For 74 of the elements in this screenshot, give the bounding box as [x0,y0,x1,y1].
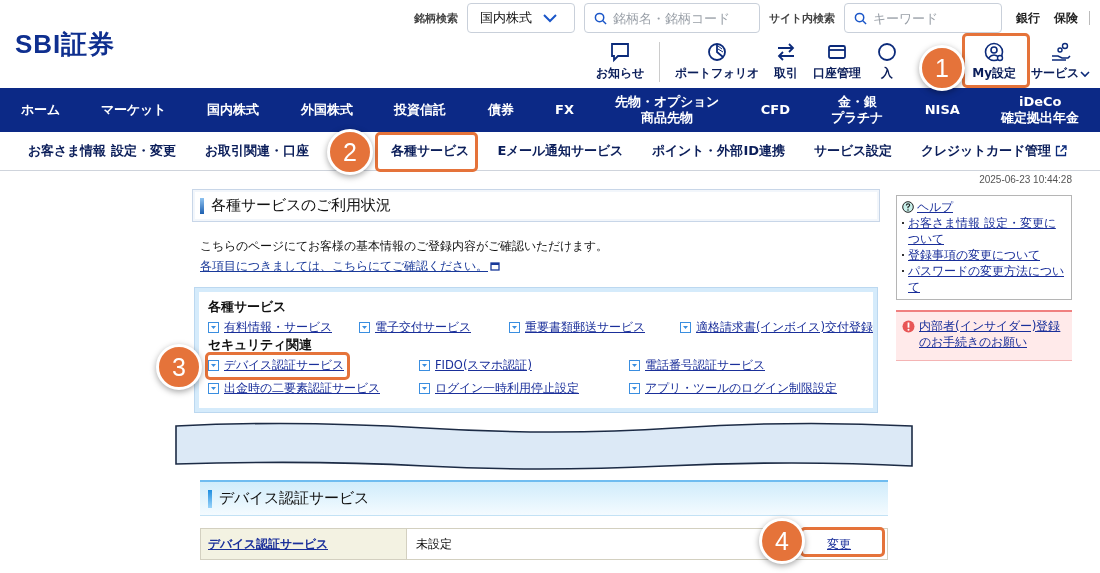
user-settings-icon [983,41,1006,63]
change-link[interactable]: 変更 [827,535,851,553]
nav-item[interactable]: マーケット [101,102,167,118]
sub-nav-item[interactable]: 各種サービス [390,142,469,160]
quick-link[interactable]: My設定 [972,41,1016,82]
service-link[interactable]: 電子交付サービス [359,320,471,335]
service-link[interactable]: ログイン一時利用停止設定 [419,381,579,396]
service-link[interactable]: 出金時の二要素認証サービス [208,381,380,396]
chevron-down-icon [1080,69,1090,78]
table-link[interactable]: デバイス認証サービス [208,535,328,553]
speech-bubble-icon [609,41,632,63]
quick-link[interactable]: 取引 [774,41,799,82]
nav-item[interactable]: 債券 [487,102,514,118]
help-link[interactable]: お客さま情報 設定・変更について [908,215,1066,247]
window-icon [490,262,500,271]
header-link[interactable]: 銀行 [1016,9,1040,27]
service-link[interactable]: 重要書類郵送サービス [509,320,645,335]
notice-link[interactable]: 内部者(インサイダー)登録のお手続きのお願い [919,318,1064,350]
service-link[interactable]: 適格請求書(インボイス)交付登録 [680,320,873,335]
help-link[interactable]: 登録事項の変更について [908,247,1040,263]
chevron-down-icon [542,13,558,23]
group-title: 各種サービス [208,299,287,316]
nav-item[interactable]: 先物・オプション 商品先物 [615,94,720,126]
nav-item[interactable]: ホーム [20,102,60,118]
nav-item[interactable]: iDeCo 確定拠出年金 [1001,94,1080,126]
help-icon [902,201,914,213]
logo[interactable]: SBI証券 [15,27,116,88]
nav-item[interactable]: 金・銀 プラチナ [831,94,884,126]
step-badge: 4 [759,518,805,564]
service-link[interactable]: デバイス認証サービス [208,358,344,373]
market-select[interactable]: 国内株式 [467,3,575,33]
service-link[interactable]: アプリ・ツールのログイン制限設定 [629,381,837,396]
step-badge: 2 [327,129,373,175]
search-label: サイト内検索 [769,10,835,26]
intro-text: こちらのページにてお客様の基本情報のご登録内容がご確認いただけます。 [200,238,609,255]
intro-link[interactable]: 各項目につきましては、こちらにてご確認ください。 [200,258,500,275]
service-link[interactable]: 電話番号認証サービス [629,358,765,373]
quick-link[interactable]: 口座管理 [813,41,862,82]
section-title: デバイス認証サービス [200,480,888,516]
quick-link[interactable]: ポートフォリオ [675,41,760,82]
group-title: セキュリティ関連 [208,337,313,354]
step-badge: 3 [156,344,202,390]
nav-item[interactable]: 外国株式 [300,102,353,118]
sub-nav-item[interactable]: お客さま情報 設定・変更 [28,142,176,160]
nav-item[interactable]: NISA [924,102,960,118]
header-link[interactable]: 保険 [1054,9,1078,27]
quick-link[interactable]: お知らせ [596,41,645,82]
service-link[interactable]: 有料情報・サービス [208,320,332,335]
site-search-field[interactable]: キーワード [844,3,1002,33]
search-label: 銘柄検索 [414,10,458,26]
nav-item[interactable]: 国内株式 [207,102,260,118]
timestamp: 2025-06-23 10:44:28 [979,174,1072,187]
hand-coins-icon [1049,41,1072,63]
table-cell: 未設定 [416,535,452,553]
quick-link[interactable]: 入 [876,41,899,82]
circle-icon [876,41,899,63]
sub-nav-item[interactable]: ポイント・外部ID連携 [652,142,786,160]
help-link[interactable]: パスワードの変更方法について [908,263,1066,295]
pie-chart-icon [706,41,729,63]
help-link[interactable]: ヘルプ [902,199,1066,215]
service-link[interactable]: FIDO(スマホ認証) [419,358,532,373]
quick-link[interactable]: サービス [1031,41,1090,82]
sub-nav-item[interactable]: クレジットカード管理 [921,142,1068,160]
page-title: 各種サービスのご利用状況 [192,189,880,222]
nav-item[interactable]: FX [555,102,574,118]
nav-item[interactable]: CFD [760,102,790,118]
step-badge: 1 [919,45,965,91]
alert-icon [902,320,915,333]
nav-item[interactable]: 投資信託 [394,102,447,118]
external-link-icon [1055,145,1068,157]
sub-nav-item[interactable]: Eメール通知サービス [497,142,624,160]
stock-search-field[interactable]: 銘柄名・銘柄コード [584,3,760,33]
sub-nav-item[interactable]: お取引関連・口座 [204,142,309,160]
sub-nav-item[interactable]: サービス設定 [814,142,893,160]
